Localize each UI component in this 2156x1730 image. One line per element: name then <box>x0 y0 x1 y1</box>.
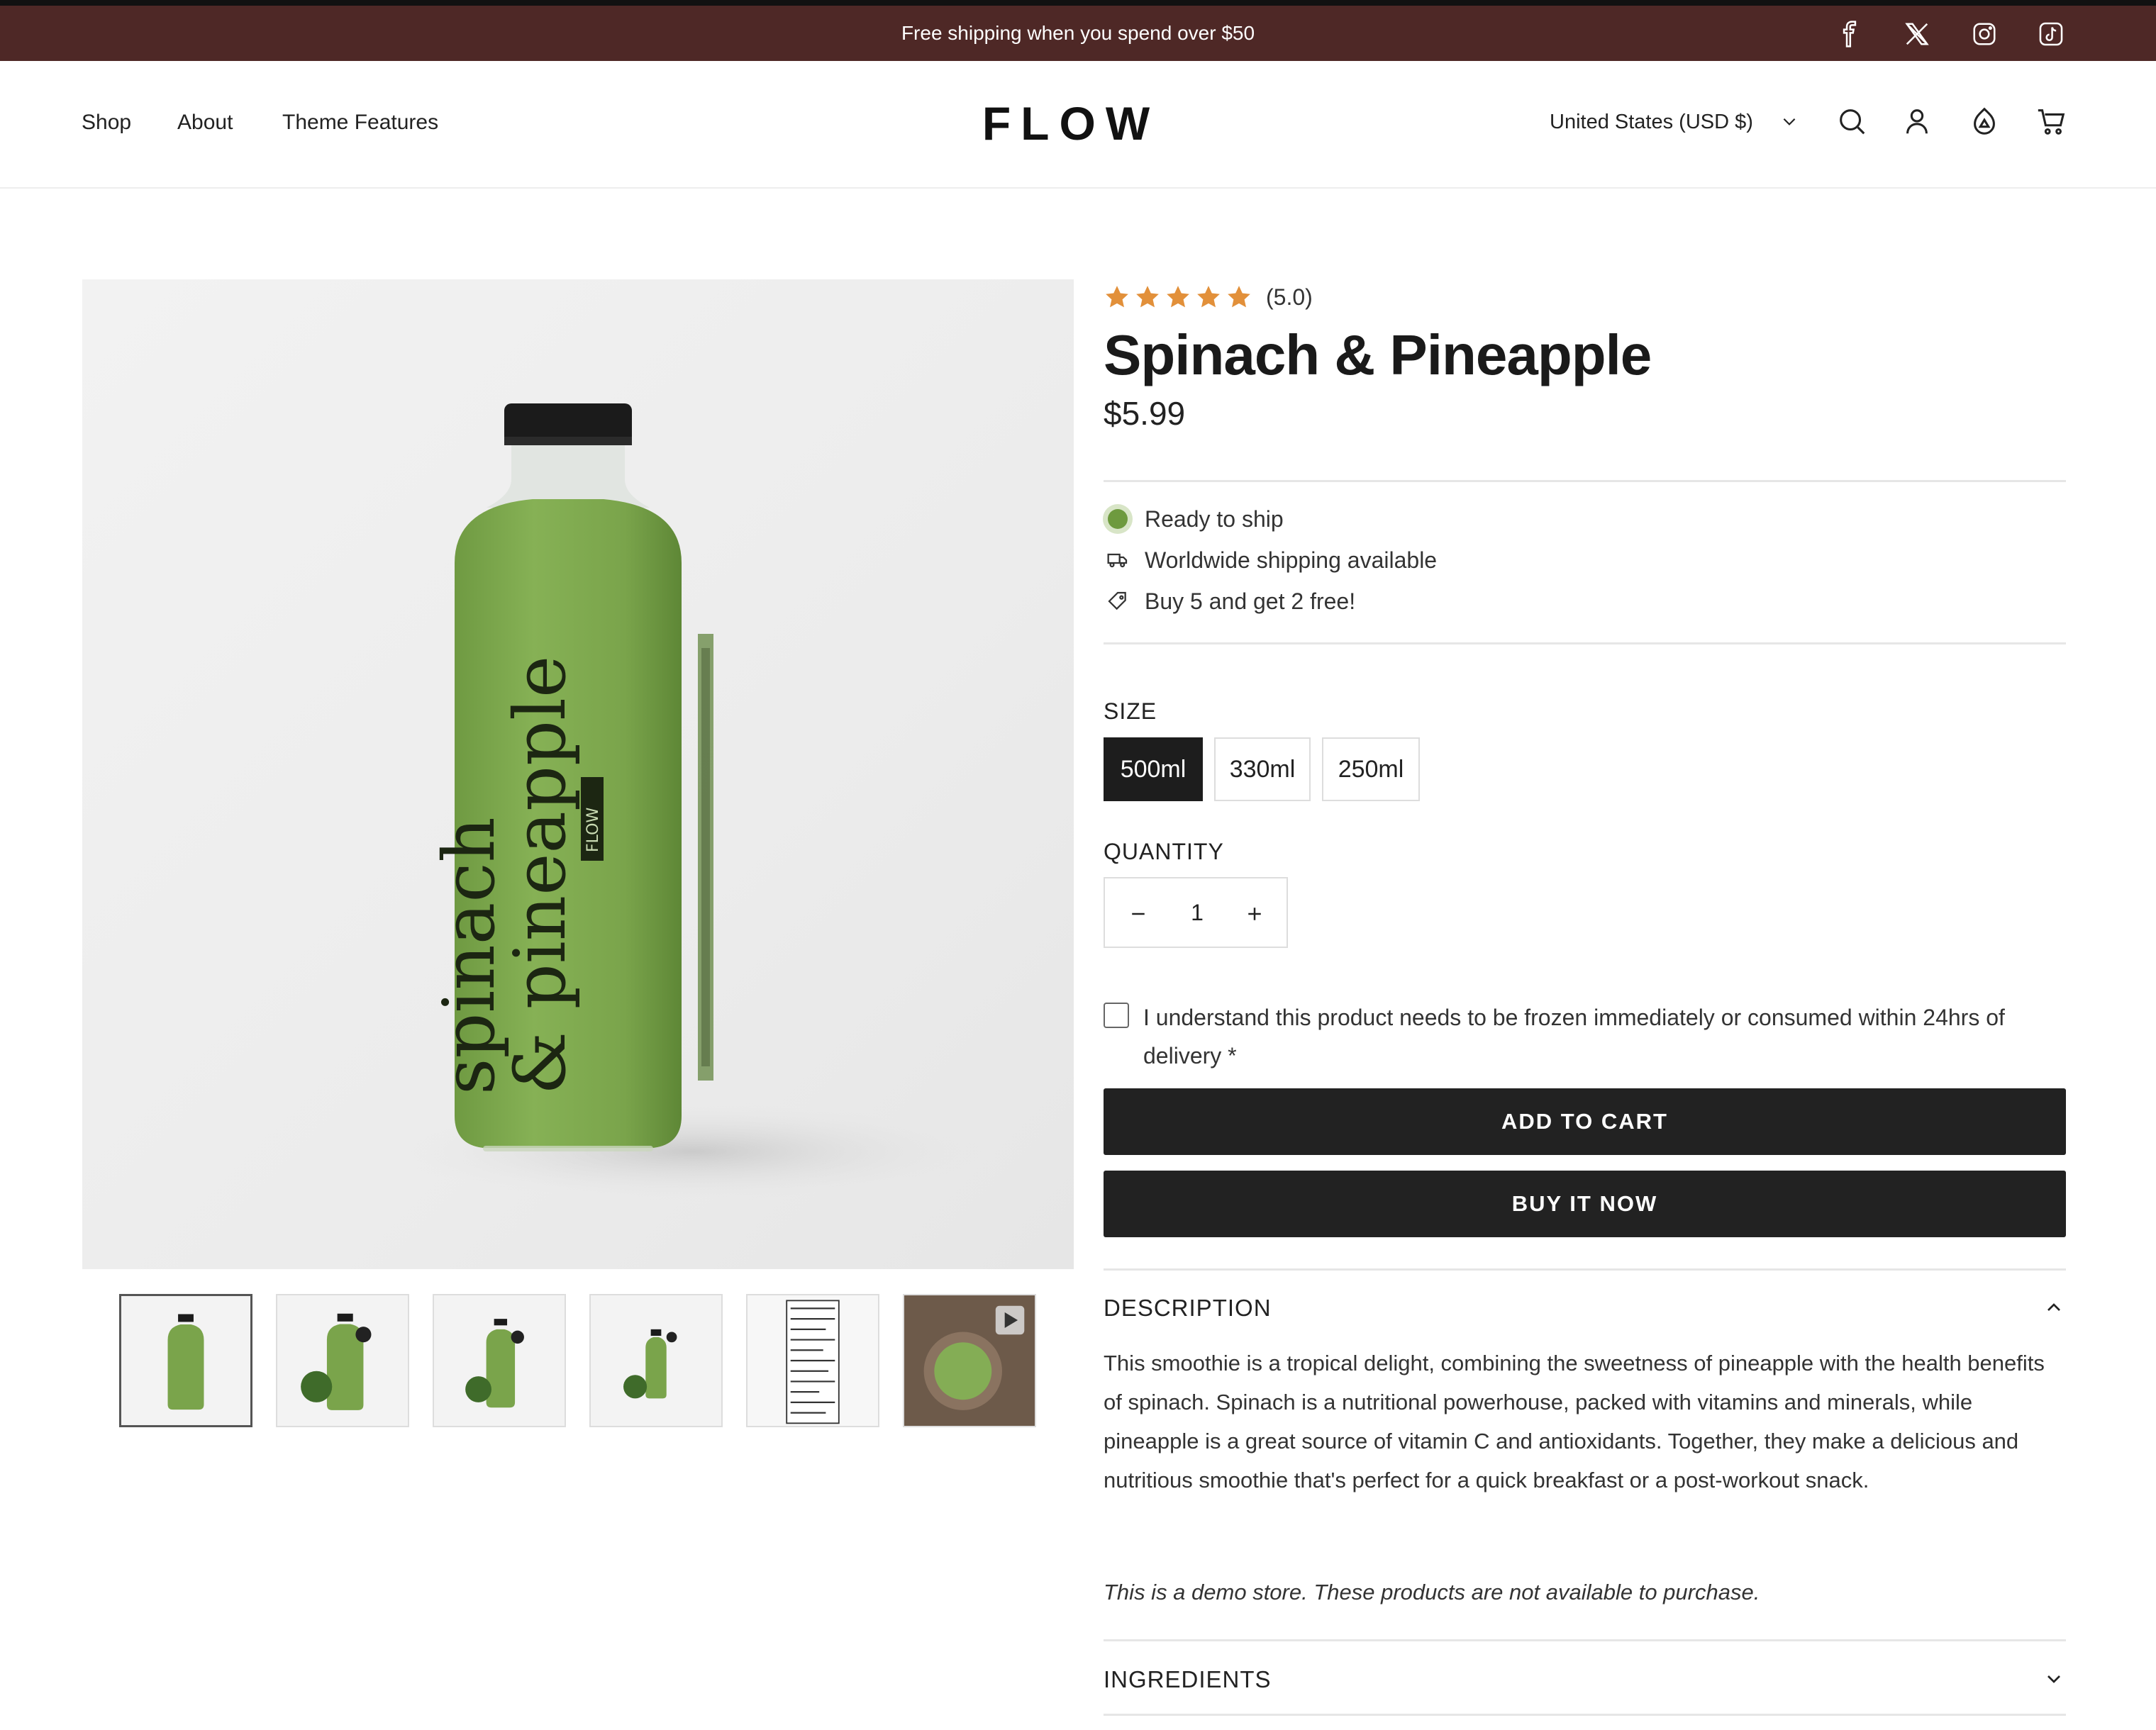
buy-it-now-button[interactable]: BUY IT NOW <box>1104 1171 2066 1237</box>
product-title: Spinach & Pineapple <box>1104 323 1652 386</box>
feature-ready-to-ship: Ready to ship <box>1104 505 1284 533</box>
size-label: SIZE <box>1104 698 1157 724</box>
truck-icon <box>1104 546 1132 574</box>
feature-worldwide-shipping: Worldwide shipping available <box>1104 546 1437 574</box>
tag-icon <box>1104 587 1132 615</box>
rating-value: (5.0) <box>1266 284 1313 310</box>
size-option-250ml[interactable]: 250ml <box>1322 737 1420 801</box>
thumbnail-1[interactable] <box>119 1294 252 1427</box>
site-logo[interactable]: FLOW <box>965 96 1177 150</box>
star-icon <box>1106 286 1128 308</box>
quantity-increase-button[interactable] <box>1237 896 1272 932</box>
divider <box>1104 642 2066 644</box>
country-selector[interactable]: United States (USD $) <box>1550 111 1753 134</box>
product-main-image[interactable]: spinach & pineapple FLOW <box>82 279 1074 1269</box>
search-icon[interactable] <box>1835 105 1868 138</box>
quantity-decrease-button[interactable] <box>1121 896 1156 932</box>
bottle-label: spinach & pineapple FLOW <box>428 656 604 1095</box>
product-price: $5.99 <box>1104 395 1186 432</box>
nav-about[interactable]: About <box>177 111 233 135</box>
divider <box>1104 1268 2066 1271</box>
account-icon[interactable] <box>1901 105 1933 138</box>
star-icon <box>1228 286 1250 308</box>
divider <box>1104 1714 2066 1716</box>
chevron-up-icon[interactable] <box>2043 1296 2065 1319</box>
facebook-icon[interactable] <box>1835 20 1864 48</box>
instagram-icon[interactable] <box>1970 20 1999 48</box>
divider <box>1104 480 2066 482</box>
star-icon <box>1136 286 1159 308</box>
site-header: Shop About Theme Features FLOW United St… <box>0 61 2156 189</box>
tiktok-icon[interactable] <box>2037 20 2065 48</box>
feature-offer: Buy 5 and get 2 free! <box>1104 587 1355 615</box>
thumbnail-2[interactable] <box>276 1294 409 1427</box>
quantity-stepper <box>1104 877 1288 948</box>
top-edge <box>0 0 2156 6</box>
cart-icon[interactable] <box>2035 105 2068 138</box>
chevron-down-icon[interactable] <box>2043 1668 2065 1690</box>
status-dot <box>1108 509 1128 529</box>
description-accordion-title[interactable]: DESCRIPTION <box>1104 1295 1272 1322</box>
ingredients-accordion-title[interactable]: INGREDIENTS <box>1104 1666 1272 1693</box>
announcement-text: Free shipping when you spend over $50 <box>901 22 1255 44</box>
chevron-down-icon[interactable] <box>1780 112 1799 130</box>
svg-text:FLOW: FLOW <box>584 808 602 852</box>
rewards-icon[interactable] <box>1968 105 2001 138</box>
quantity-label: QUANTITY <box>1104 839 1224 864</box>
add-to-cart-button[interactable]: ADD TO CART <box>1104 1088 2066 1155</box>
nav-theme-features[interactable]: Theme Features <box>282 111 438 135</box>
consent-checkbox[interactable] <box>1104 1003 1129 1028</box>
x-icon[interactable] <box>1903 20 1931 48</box>
description-text: This smoothie is a tropical delight, com… <box>1104 1351 2045 1492</box>
quantity-input[interactable] <box>1172 878 1222 947</box>
divider <box>1104 1639 2066 1641</box>
thumbnail-4[interactable] <box>589 1294 723 1427</box>
nav-shop[interactable]: Shop <box>82 111 131 135</box>
svg-text:& pineapple: & pineapple <box>499 656 582 1095</box>
product-rating: (5.0) <box>1104 284 1313 311</box>
thumbnail-3[interactable] <box>433 1294 566 1427</box>
announcement-bar: Free shipping when you spend over $50 <box>0 6 2156 61</box>
star-icon <box>1167 286 1189 308</box>
size-option-500ml[interactable]: 500ml <box>1104 737 1203 801</box>
demo-store-note: This is a demo store. These products are… <box>1104 1580 1760 1605</box>
thumbnail-nutrition-facts[interactable] <box>746 1294 879 1427</box>
star-icon <box>1197 286 1220 308</box>
thumbnail-video[interactable] <box>903 1294 1036 1427</box>
consent-label: I understand this product needs to be fr… <box>1143 1005 2005 1068</box>
size-option-330ml[interactable]: 330ml <box>1214 737 1311 801</box>
